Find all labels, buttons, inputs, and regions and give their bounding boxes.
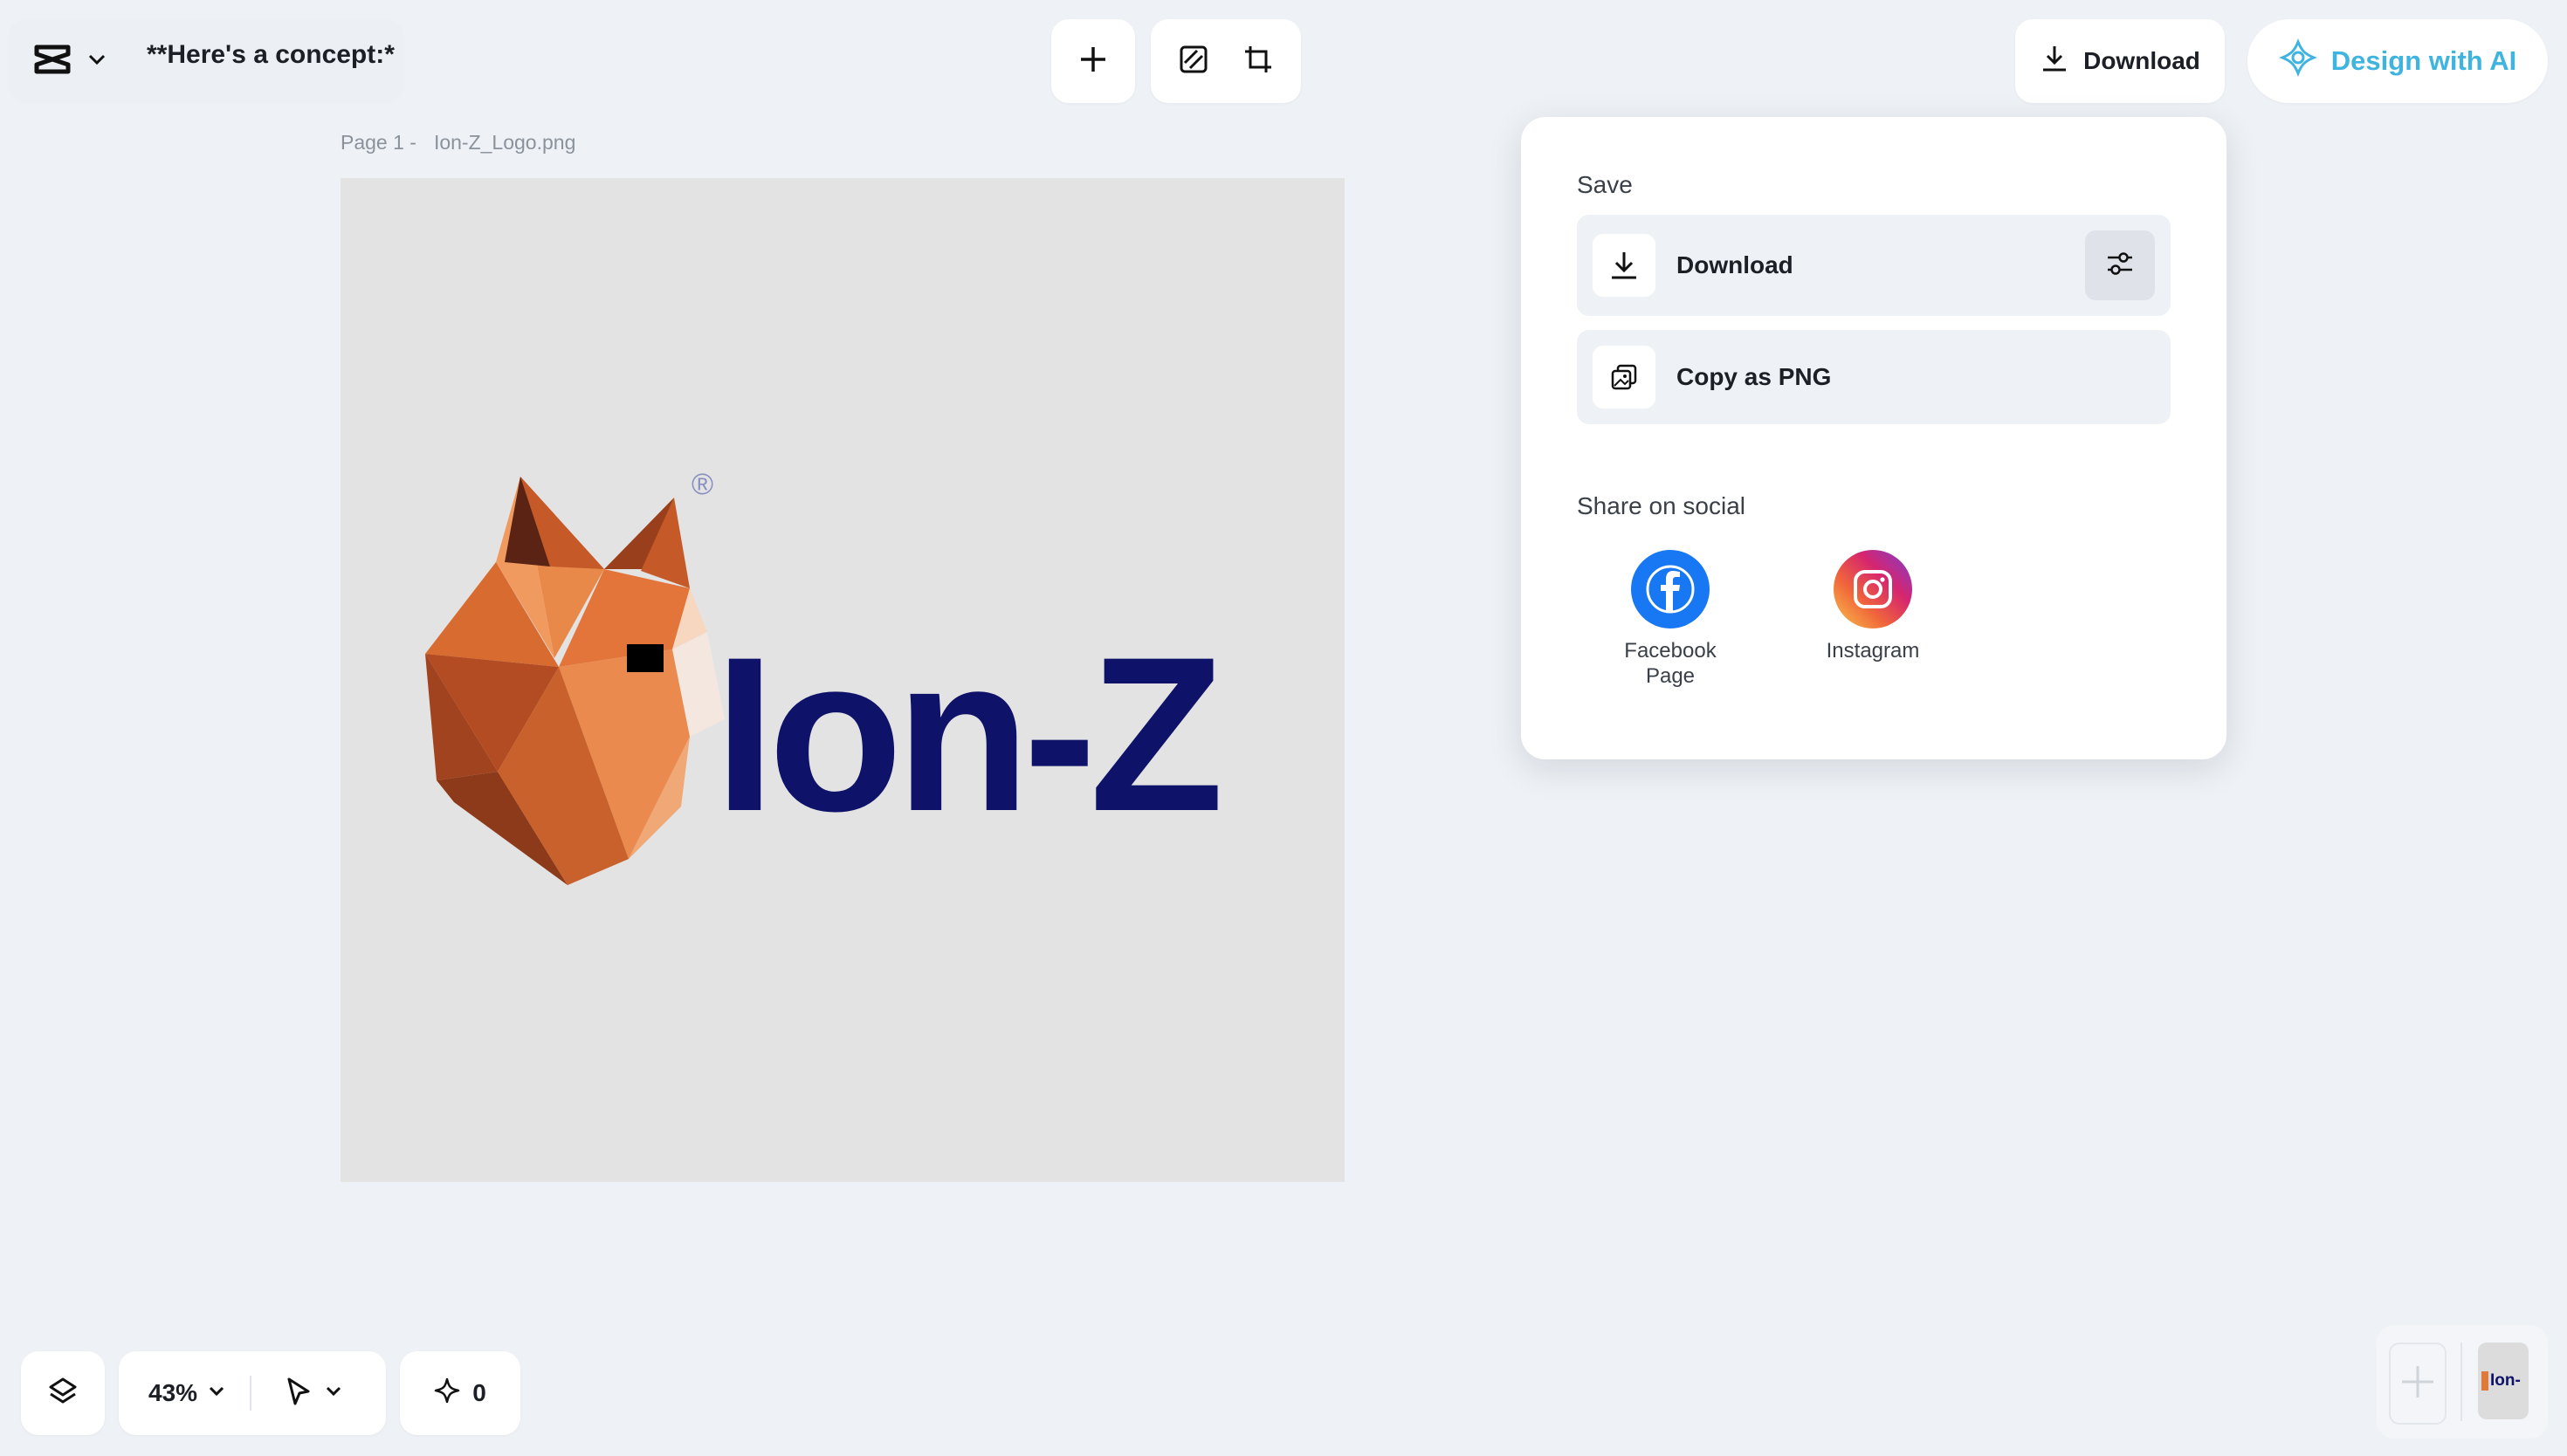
download-button-label: Download xyxy=(2083,47,2200,74)
chevron-down-icon xyxy=(325,1385,342,1402)
instagram-icon xyxy=(1834,550,1912,628)
toolbar-divider xyxy=(250,1376,252,1411)
ai-credits-button[interactable]: 0 xyxy=(400,1351,520,1435)
plus-icon xyxy=(2398,1363,2437,1405)
canvas-tools-group xyxy=(1151,19,1301,103)
pages-panel: Ion- xyxy=(2377,1325,2548,1439)
download-icon xyxy=(1593,234,1655,297)
design-canvas[interactable]: ® Ion-Z xyxy=(341,178,1345,1182)
registered-mark: ® xyxy=(692,468,714,501)
capcut-logo-icon xyxy=(33,44,72,79)
page-number-label: Page 1 - xyxy=(341,131,416,154)
app-menu-button[interactable] xyxy=(24,33,122,89)
copy-as-png-option[interactable]: Copy as PNG xyxy=(1577,330,2171,424)
pointer-tool-select[interactable] xyxy=(285,1377,342,1411)
brand-wordmark: Ion-Z xyxy=(714,612,1224,857)
copy-image-icon xyxy=(1593,346,1655,409)
crop-icon[interactable] xyxy=(1242,43,1275,80)
download-button[interactable]: Download xyxy=(2015,19,2225,103)
instagram-label: Instagram xyxy=(1827,639,1920,664)
panel-divider xyxy=(2460,1343,2462,1421)
copy-as-png-label: Copy as PNG xyxy=(1676,363,1832,390)
design-with-ai-label: Design with AI xyxy=(2330,45,2517,76)
sparkle-icon xyxy=(434,1377,460,1410)
instagram-label-line1: Instagram xyxy=(1826,639,1920,663)
zoom-select[interactable]: 43% xyxy=(148,1379,225,1407)
thumbnail-fox-mark xyxy=(2481,1371,2488,1391)
cursor-icon xyxy=(285,1377,313,1411)
resize-icon[interactable] xyxy=(1178,44,1209,79)
facebook-label-line1: Facebook xyxy=(1624,639,1717,663)
chevron-down-icon xyxy=(87,53,107,70)
ai-sparkle-icon xyxy=(2278,38,2317,84)
settings-sliders-icon xyxy=(2104,248,2136,284)
zoom-value: 43% xyxy=(148,1379,198,1406)
download-option-label: Download xyxy=(1676,251,1793,278)
download-icon xyxy=(2040,44,2069,79)
download-popover: Save Download Copy as PNG Share on socia… xyxy=(1521,117,2226,759)
facebook-label-line2: Page xyxy=(1645,663,1696,688)
download-settings-button[interactable] xyxy=(2085,230,2155,300)
plus-icon xyxy=(1078,45,1108,79)
add-page-button[interactable] xyxy=(2389,1343,2447,1425)
zoom-toolbar: 43% xyxy=(119,1351,386,1435)
page-label: Page 1 - Ion-Z_Logo.png xyxy=(341,131,575,155)
chevron-down-icon xyxy=(208,1385,225,1402)
thumbnail-brand-text: Ion- xyxy=(2490,1371,2521,1390)
page-thumbnail[interactable]: Ion- xyxy=(2478,1343,2529,1419)
add-element-button[interactable] xyxy=(1051,19,1135,103)
share-section-label: Share on social xyxy=(1577,492,1746,519)
file-name-label[interactable]: Ion-Z_Logo.png xyxy=(434,131,575,154)
design-with-ai-button[interactable]: Design with AI xyxy=(2247,19,2548,103)
credits-count: 0 xyxy=(472,1379,486,1406)
layers-button[interactable] xyxy=(21,1351,105,1435)
download-option[interactable]: Download xyxy=(1577,215,2171,316)
layers-icon xyxy=(47,1376,79,1411)
document-title[interactable]: **Here's a concept:* xyxy=(147,40,395,70)
share-instagram-button[interactable]: Instagram xyxy=(1807,550,1938,664)
share-facebook-button[interactable]: Facebook Page xyxy=(1605,550,1736,690)
facebook-icon xyxy=(1631,550,1710,628)
facebook-label: Facebook Page xyxy=(1624,639,1716,690)
save-section-label: Save xyxy=(1577,171,1633,198)
